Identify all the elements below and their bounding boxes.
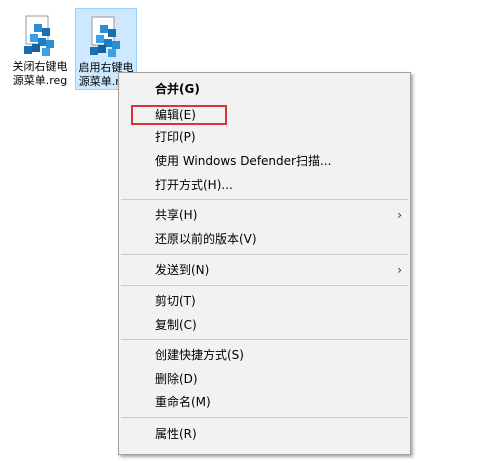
menu-item-label: 共享(H) bbox=[155, 208, 198, 222]
registry-file-icon bbox=[20, 14, 60, 58]
menu-separator bbox=[121, 285, 408, 286]
file-label: 关闭右键电源菜单.reg bbox=[12, 60, 68, 87]
menu-item-open-with[interactable]: 打开方式(H)... bbox=[119, 174, 410, 196]
menu-item-properties[interactable]: 属性(R) bbox=[119, 423, 410, 445]
menu-item-merge[interactable]: 合并(G) bbox=[119, 78, 410, 100]
context-menu: 合并(G) 编辑(E) 打印(P) 使用 Windows Defender扫描.… bbox=[118, 72, 411, 455]
menu-item-print[interactable]: 打印(P) bbox=[119, 126, 410, 148]
menu-item-edit[interactable]: 编辑(E) bbox=[119, 104, 410, 126]
menu-item-restore-versions[interactable]: 还原以前的版本(V) bbox=[119, 228, 410, 250]
menu-item-send-to[interactable]: 发送到(N) › bbox=[119, 259, 410, 281]
menu-separator bbox=[121, 199, 408, 200]
menu-separator bbox=[121, 339, 408, 340]
menu-item-rename[interactable]: 重命名(M) bbox=[119, 391, 410, 413]
menu-item-defender-scan[interactable]: 使用 Windows Defender扫描... bbox=[119, 150, 410, 172]
registry-file-icon bbox=[86, 15, 126, 59]
menu-item-create-shortcut[interactable]: 创建快捷方式(S) bbox=[119, 344, 410, 366]
file-disable-power-menu[interactable]: 关闭右键电源菜单.reg bbox=[9, 8, 71, 90]
menu-item-cut[interactable]: 剪切(T) bbox=[119, 290, 410, 312]
menu-item-label: 发送到(N) bbox=[155, 263, 210, 277]
submenu-arrow-icon: › bbox=[397, 208, 402, 222]
menu-separator bbox=[121, 417, 408, 418]
submenu-arrow-icon: › bbox=[397, 263, 402, 277]
menu-item-copy[interactable]: 复制(C) bbox=[119, 314, 410, 336]
menu-item-share[interactable]: 共享(H) › bbox=[119, 204, 410, 226]
menu-separator bbox=[121, 254, 408, 255]
menu-item-delete[interactable]: 删除(D) bbox=[119, 368, 410, 390]
